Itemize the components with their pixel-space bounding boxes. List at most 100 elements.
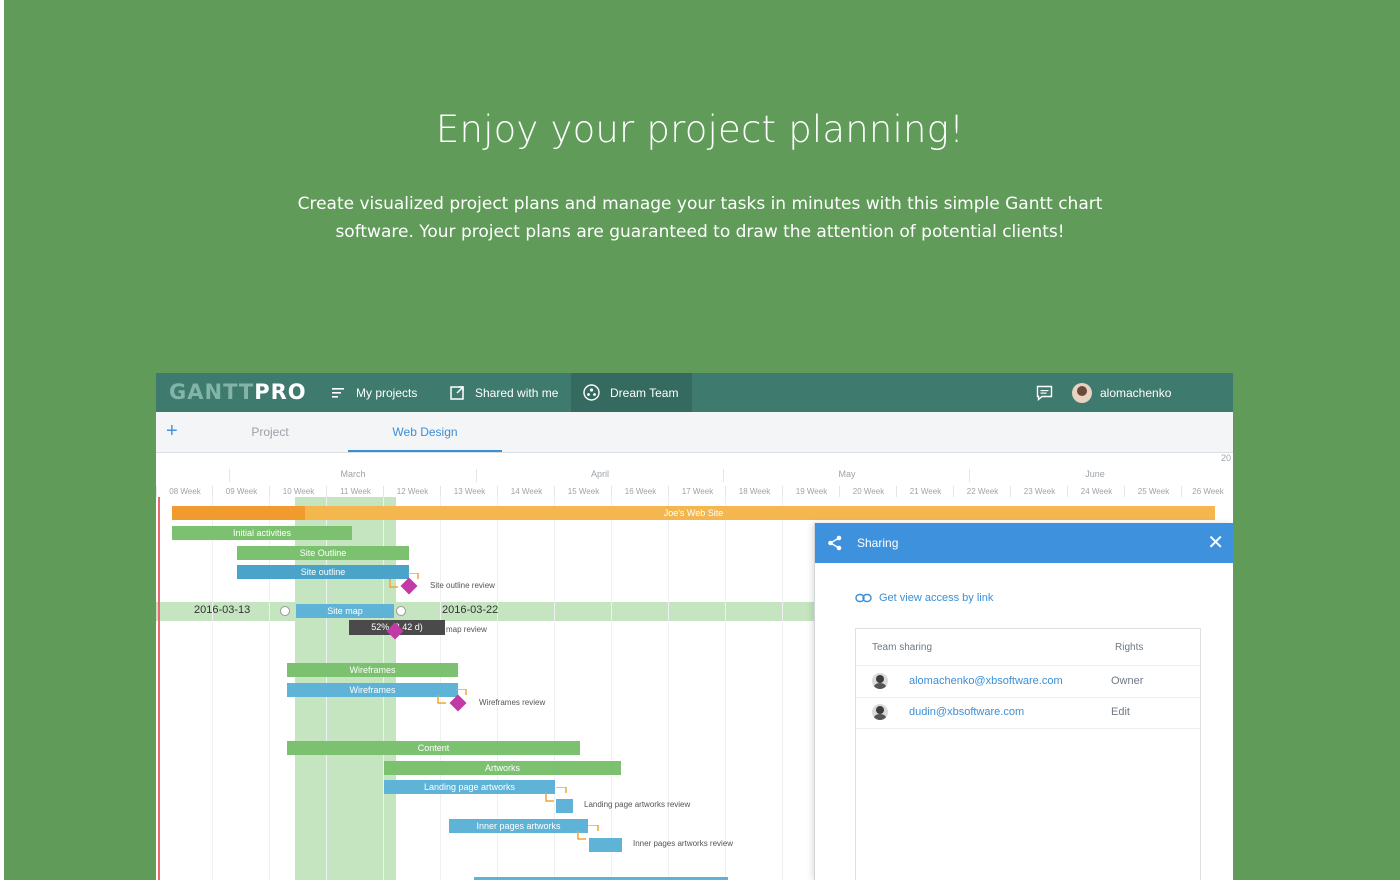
week-label: 26 Week xyxy=(1181,486,1233,497)
nav-dream-team[interactable]: Dream Team xyxy=(571,373,692,412)
project-bar[interactable]: Joe's Web Site xyxy=(172,506,1215,520)
share-icon xyxy=(828,535,842,551)
task-label: Landing page artworks review xyxy=(584,800,691,809)
nav-shared-with-me-label: Shared with me xyxy=(475,385,559,400)
week-label: 12 Week xyxy=(383,486,441,497)
week-label: 08 Week xyxy=(156,486,213,497)
team-sharing-table: Team sharing Rights alomachenko@xbsoftwa… xyxy=(855,628,1201,880)
member-avatar xyxy=(872,673,888,689)
week-label: 24 Week xyxy=(1067,486,1125,497)
milestone-label: Wireframes review xyxy=(479,698,546,707)
timeline-year: 20 xyxy=(1220,453,1231,463)
username: alomachenko xyxy=(1100,385,1172,400)
week-label: 19 Week xyxy=(782,486,840,497)
task-end-date: 2016-03-22 xyxy=(442,604,499,616)
team-icon xyxy=(583,384,600,401)
member-email: alomachenko@xbsoftware.com xyxy=(909,675,1063,687)
task-bar[interactable]: Landing page artworks xyxy=(384,780,555,794)
today-marker xyxy=(158,497,160,880)
hero-subtitle-line1: Create visualized project plans and mana… xyxy=(297,194,1103,214)
logo-part2: PRO xyxy=(254,380,307,404)
week-label: 15 Week xyxy=(554,486,612,497)
week-label: 21 Week xyxy=(896,486,954,497)
col-rights: Rights xyxy=(1115,642,1144,653)
view-access-link[interactable]: Get view access by link xyxy=(855,592,993,604)
start-drag-handle[interactable] xyxy=(280,606,290,616)
week-label: 20 Week xyxy=(839,486,897,497)
share-external-icon xyxy=(450,386,464,400)
sharing-header: Sharing ✕ xyxy=(815,523,1233,563)
week-label: 23 Week xyxy=(1010,486,1068,497)
month-label: March xyxy=(229,469,476,482)
nav-shared-with-me[interactable]: Shared with me xyxy=(450,373,558,412)
sharing-title: Sharing xyxy=(857,536,899,550)
close-icon[interactable]: ✕ xyxy=(1207,530,1224,555)
week-label: 17 Week xyxy=(668,486,726,497)
task-bar[interactable] xyxy=(589,838,622,852)
nav-my-projects-label: My projects xyxy=(356,385,418,400)
milestone-label: Site outline review xyxy=(430,581,495,590)
add-project-button[interactable]: + xyxy=(166,420,178,443)
user-menu[interactable]: alomachenko xyxy=(1072,373,1171,412)
col-team-sharing: Team sharing xyxy=(872,642,933,653)
project-tabbar: + Project Web Design xyxy=(156,412,1233,453)
tab-web-design[interactable]: Web Design xyxy=(348,412,502,452)
list-icon xyxy=(332,387,344,398)
week-label: 25 Week xyxy=(1124,486,1182,497)
sharing-panel: Sharing ✕ Get view access by link Team s… xyxy=(814,523,1233,880)
team-member-row[interactable]: alomachenko@xbsoftware.com Owner xyxy=(856,666,1200,698)
grid-line xyxy=(782,497,783,880)
month-label: May xyxy=(723,469,970,482)
hero-subtitle-line2: software. Your project plans are guarant… xyxy=(335,222,1065,242)
hero-title: Enjoy your project planning! xyxy=(435,108,965,151)
week-label: 18 Week xyxy=(725,486,783,497)
tab-project[interactable]: Project xyxy=(196,412,344,452)
task-bar[interactable]: Initial activities xyxy=(172,526,352,540)
task-bar[interactable]: Wireframes xyxy=(287,683,458,697)
nav-my-projects[interactable]: My projects xyxy=(332,373,417,412)
timeline-header: 20 March April May June 08 Week 09 Week … xyxy=(156,453,1233,497)
task-bar[interactable]: Site outline xyxy=(237,565,409,579)
member-rights: Owner xyxy=(1111,675,1144,687)
task-bar[interactable] xyxy=(556,799,573,813)
grid-line xyxy=(611,497,612,880)
project-bar-label: Joe's Web Site xyxy=(663,508,724,518)
comments-button[interactable] xyxy=(1036,373,1053,412)
week-label: 22 Week xyxy=(953,486,1011,497)
member-email: dudin@xbsoftware.com xyxy=(909,706,1025,718)
member-rights-dropdown[interactable]: Edit xyxy=(1111,706,1130,718)
end-drag-handle[interactable] xyxy=(396,606,406,616)
ganttpro-logo[interactable]: GANTTPRO xyxy=(169,380,307,404)
team-member-row[interactable]: dudin@xbsoftware.com Edit xyxy=(856,697,1200,729)
app-window: GANTTPRO My projects Shared with me Drea… xyxy=(156,373,1233,880)
grid-line xyxy=(725,497,726,880)
grid-line xyxy=(668,497,669,880)
link-icon xyxy=(855,593,872,603)
task-bar[interactable]: Artworks xyxy=(384,761,621,775)
grid-line xyxy=(212,497,213,880)
hero-subtitle: Create visualized project plans and mana… xyxy=(280,190,1120,246)
logo-part1: GANTT xyxy=(169,380,255,404)
team-sharing-header: Team sharing Rights xyxy=(856,629,1200,666)
view-access-link-label: Get view access by link xyxy=(879,592,994,604)
task-start-date: 2016-03-13 xyxy=(194,604,251,616)
week-label: 13 Week xyxy=(440,486,498,497)
member-avatar xyxy=(872,704,888,720)
task-label: Inner pages artworks review xyxy=(633,839,734,848)
comment-icon xyxy=(1036,385,1053,401)
week-label: 11 Week xyxy=(326,486,384,497)
user-avatar xyxy=(1072,382,1092,403)
milestone-label: map review xyxy=(446,625,487,634)
top-navbar: GANTTPRO My projects Shared with me Drea… xyxy=(156,373,1233,412)
project-progress xyxy=(172,506,305,520)
task-bar[interactable]: Site Outline xyxy=(237,546,409,560)
month-label: June xyxy=(969,469,1220,482)
task-bar-selected[interactable]: Site map xyxy=(296,604,394,618)
month-label: April xyxy=(476,469,723,482)
task-bar[interactable]: Content xyxy=(287,741,580,755)
week-label: 14 Week xyxy=(497,486,555,497)
task-bar[interactable]: Wireframes xyxy=(287,663,458,677)
task-bar[interactable]: Inner pages artworks xyxy=(449,819,588,833)
week-label: 09 Week xyxy=(212,486,270,497)
week-label: 16 Week xyxy=(611,486,669,497)
